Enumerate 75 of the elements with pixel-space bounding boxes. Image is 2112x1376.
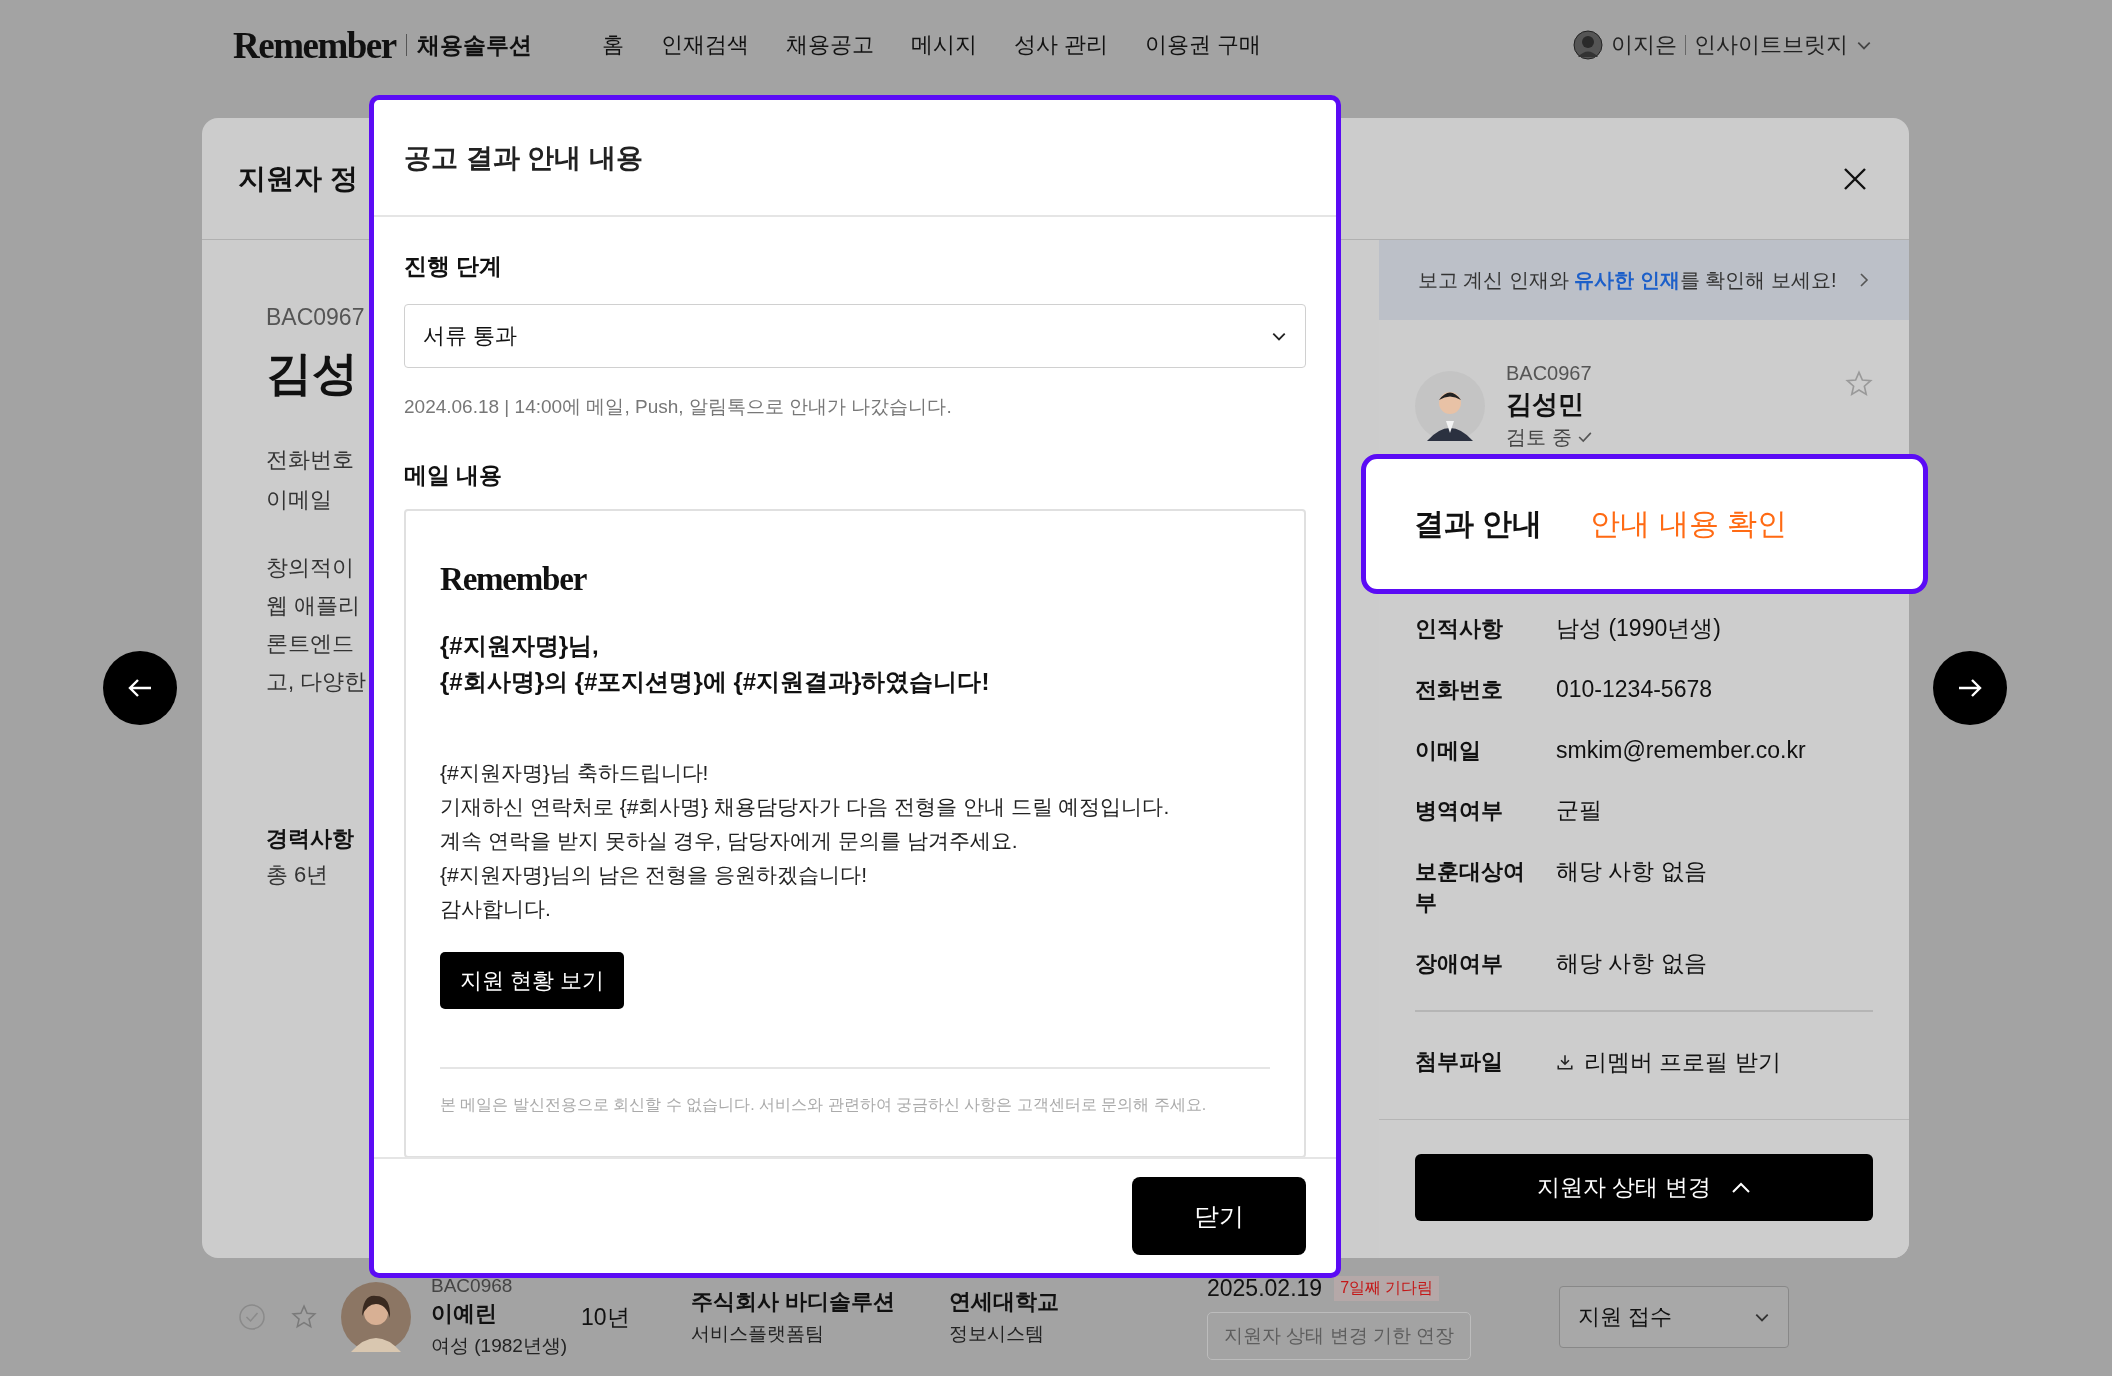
nav-link[interactable]: 홈 bbox=[601, 30, 624, 60]
stage-select[interactable]: 서류 통과 bbox=[404, 304, 1306, 368]
info-label: 첨부파일 bbox=[1415, 1047, 1504, 1076]
application-status-button[interactable]: 지원 현황 보기 bbox=[440, 952, 625, 1009]
status-dropdown[interactable]: 검토 중 bbox=[1506, 423, 1592, 451]
career-years: 총 6년 bbox=[266, 861, 329, 889]
mail-heading: {#지원자명}님, bbox=[440, 631, 600, 661]
star-icon[interactable] bbox=[291, 1304, 317, 1330]
intro-text: 고, 다양한 bbox=[266, 668, 367, 696]
waiting-badge: 7일째 기다림 bbox=[1334, 1275, 1440, 1301]
school-name: 연세대학교 bbox=[949, 1288, 1060, 1316]
field-label: 전화번호 bbox=[266, 446, 354, 474]
status-change-button[interactable]: 지원자 상태 변경 bbox=[1415, 1154, 1873, 1221]
mail-text: {#지원자명}님 축하드립니다! bbox=[440, 760, 710, 786]
send-note: 2024.06.18 | 14:00에 메일, Push, 알림톡으로 안내가 나갔습니다. bbox=[404, 395, 953, 419]
mail-text: {#지원자명}님의 남은 전형을 응원하겠습니다! bbox=[440, 862, 869, 888]
status-select[interactable]: 지원 접수 bbox=[1559, 1286, 1790, 1348]
chevron-up-icon bbox=[1730, 1181, 1751, 1194]
panel-title: 지원자 정 bbox=[238, 161, 358, 196]
company-name[interactable]: 인사이트브릿지 bbox=[1694, 30, 1848, 60]
info-label: 전화번호 bbox=[1415, 675, 1504, 704]
applicant-code: BAC0968 bbox=[431, 1275, 514, 1295]
download-link[interactable]: 리멤버 프로필 받기 bbox=[1556, 1046, 1781, 1078]
result-label: 결과 안내 bbox=[1414, 505, 1543, 542]
mail-footer: 본 메일은 발신전용으로 회신할 수 없습니다. 서비스와 관련하여 궁금하신 사항은 고객센터로 문의해 주세요. bbox=[440, 1095, 1270, 1116]
mail-heading: {#회사명}의 {#포지션명}에 {#지원결과}하였습니다! bbox=[440, 667, 991, 697]
mail-text: 감사합니다. bbox=[440, 896, 552, 922]
team-name: 서비스플랫폼팀 bbox=[691, 1322, 825, 1346]
applicant-name: 이예린 bbox=[431, 1299, 498, 1328]
mail-label: 메일 내용 bbox=[404, 461, 504, 490]
info-label: 병역여부 bbox=[1415, 797, 1504, 826]
intro-text: 창의적이 bbox=[266, 554, 354, 582]
experience-years: 10년 bbox=[581, 1302, 631, 1332]
product-name: 채용솔루션 bbox=[405, 34, 532, 56]
applicant-profile: 여성 (1982년생) bbox=[431, 1333, 569, 1358]
stage-label: 진행 단계 bbox=[404, 252, 504, 281]
nav-link[interactable]: 인재검색 bbox=[660, 30, 749, 60]
info-value: smkim@remember.co.kr bbox=[1556, 735, 1806, 765]
major-name: 정보시스템 bbox=[949, 1322, 1045, 1346]
applicant-code: BAC0967 bbox=[266, 304, 365, 331]
mail-text: 계속 연락을 받지 못하실 경우, 담당자에게 문의를 남겨주세요. bbox=[440, 828, 1019, 854]
applicant-name: 김성민 bbox=[1506, 387, 1585, 421]
intro-text: 론트엔드 bbox=[266, 630, 354, 658]
info-value: 010-1234-5678 bbox=[1556, 674, 1713, 704]
nav-link[interactable]: 메시지 bbox=[910, 30, 977, 60]
dialog-title: 공고 결과 안내 내용 bbox=[404, 141, 643, 175]
career-label: 경력사항 bbox=[266, 825, 354, 853]
close-icon[interactable] bbox=[1843, 166, 1867, 191]
nav-link[interactable]: 성사 관리 bbox=[1013, 30, 1108, 60]
user-name[interactable]: 이지은 bbox=[1611, 30, 1677, 60]
star-icon[interactable] bbox=[1845, 370, 1873, 398]
applicant-code: BAC0967 bbox=[1506, 361, 1592, 385]
nav-link[interactable]: 채용공고 bbox=[785, 30, 874, 60]
check-circle-icon[interactable] bbox=[238, 1303, 266, 1331]
download-icon bbox=[1556, 1053, 1574, 1072]
info-value: 남성 (1990년생) bbox=[1556, 614, 1721, 643]
intro-text: 웹 애플리 bbox=[266, 592, 361, 620]
info-label: 인적사항 bbox=[1415, 615, 1504, 643]
info-value: 해당 사항 없음 bbox=[1556, 948, 1707, 978]
info-value: 군필 bbox=[1556, 796, 1602, 826]
company-name: 주식회사 바디솔루션 bbox=[691, 1288, 897, 1316]
applicant-name: 김성 bbox=[266, 346, 358, 401]
nav-link[interactable]: 이용권 구매 bbox=[1144, 30, 1261, 60]
info-value: 해당 사항 없음 bbox=[1556, 857, 1707, 887]
applied-date: 2025.02.19 bbox=[1207, 1274, 1323, 1302]
logo: Remember bbox=[440, 561, 588, 598]
logo[interactable]: Remember bbox=[233, 23, 396, 67]
similar-talent-banner[interactable]: 보고 계신 인재와 유사한 인재를 확인해 보세요! bbox=[1379, 240, 1909, 320]
field-label: 이메일 bbox=[266, 486, 332, 514]
mail-text: 기재하신 연락처로 {#회사명} 채용담당자가 다음 전형을 안내 드릴 예정입니다. bbox=[440, 794, 1171, 820]
close-button[interactable]: 닫기 bbox=[1132, 1177, 1306, 1255]
info-label: 보훈대상여부 bbox=[1415, 858, 1526, 917]
info-label: 이메일 bbox=[1415, 736, 1482, 765]
check-icon bbox=[1577, 431, 1592, 443]
info-label: 장애여부 bbox=[1415, 949, 1504, 978]
